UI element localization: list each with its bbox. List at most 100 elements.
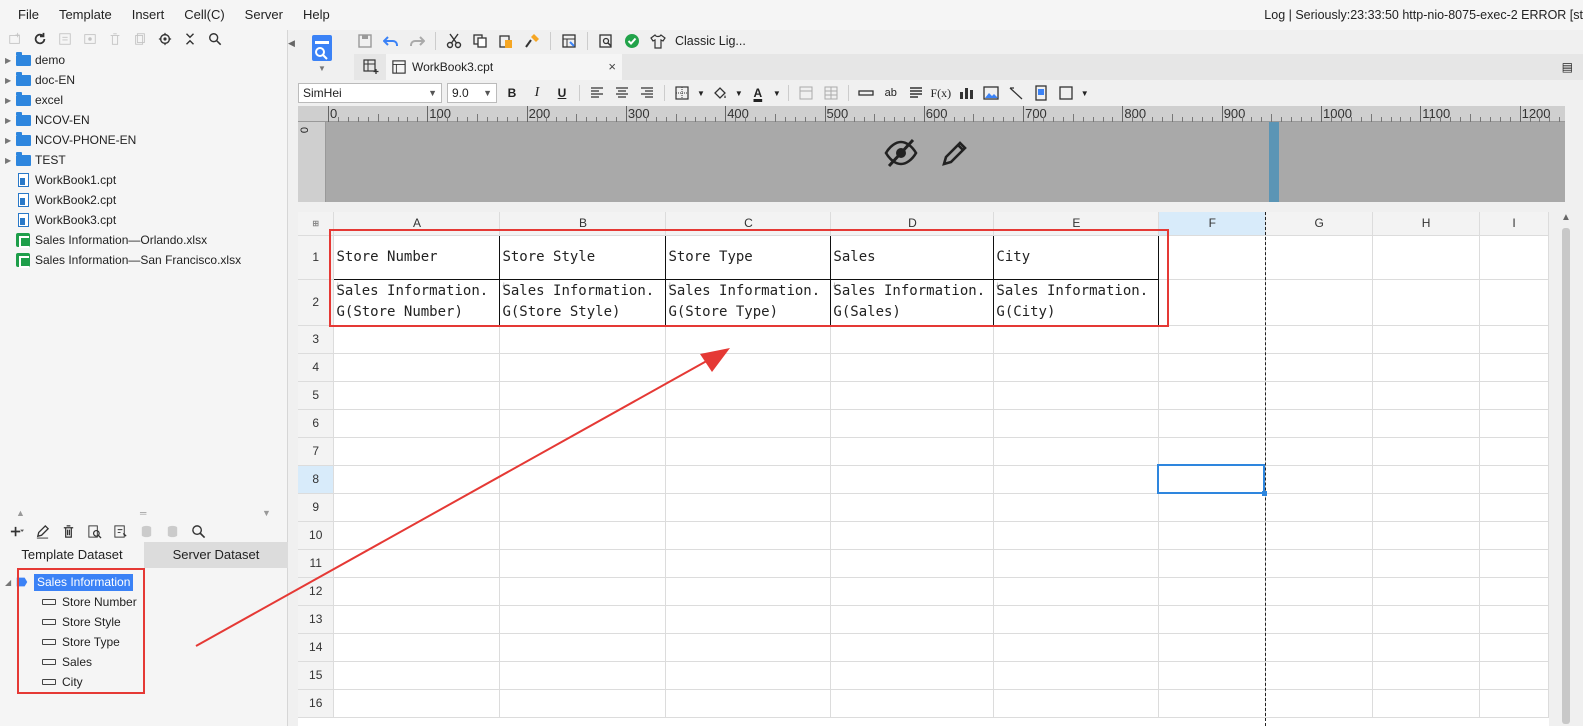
- grid-cell[interactable]: [1479, 409, 1549, 438]
- cut-icon[interactable]: [443, 31, 465, 51]
- grid-cell[interactable]: [830, 353, 995, 382]
- grid-cell[interactable]: [830, 633, 995, 662]
- scroll-thumb[interactable]: [1562, 228, 1570, 724]
- insert-list-icon[interactable]: [906, 83, 926, 103]
- grid-cell[interactable]: [333, 409, 501, 438]
- grid-cell[interactable]: [1158, 493, 1267, 522]
- grid-cell[interactable]: [499, 437, 667, 466]
- grid-cell[interactable]: [830, 521, 995, 550]
- grid-cell[interactable]: [665, 409, 832, 438]
- grid-cell[interactable]: [1479, 661, 1549, 690]
- grid-cell[interactable]: [1372, 235, 1481, 280]
- grid-cell[interactable]: [1479, 577, 1549, 606]
- insert-rich-text-icon[interactable]: ab: [881, 83, 901, 103]
- vertical-scrollbar[interactable]: ▲: [1559, 212, 1573, 726]
- grid-cell[interactable]: [1265, 325, 1374, 354]
- expand-caret-icon[interactable]: ▶: [0, 56, 14, 65]
- grid-cell[interactable]: [1158, 577, 1267, 606]
- grid-cell[interactable]: [499, 353, 667, 382]
- tab-server-dataset[interactable]: Server Dataset: [144, 542, 288, 568]
- insert-formula-icon[interactable]: F(x): [930, 83, 951, 103]
- bold-button[interactable]: B: [502, 83, 522, 103]
- grid-cell[interactable]: [1479, 353, 1549, 382]
- collapse-all-icon[interactable]: [181, 30, 199, 48]
- grid-cell[interactable]: [1158, 661, 1267, 690]
- redo-icon[interactable]: [406, 31, 428, 51]
- grid-cell[interactable]: [1479, 521, 1549, 550]
- grid-cell[interactable]: [993, 409, 1160, 438]
- grid-cell[interactable]: [1479, 381, 1549, 410]
- grid-cell[interactable]: [1265, 661, 1374, 690]
- grid-cell[interactable]: [1372, 353, 1481, 382]
- grid-cell[interactable]: [665, 549, 832, 578]
- insert-image-icon[interactable]: [981, 83, 1001, 103]
- tree-item-folder[interactable]: ▶ doc-EN: [0, 70, 288, 90]
- grid-cell[interactable]: [1158, 353, 1267, 382]
- grid-cell[interactable]: [665, 661, 832, 690]
- grid-cell[interactable]: [1372, 409, 1481, 438]
- grid-cell[interactable]: [665, 437, 832, 466]
- unmerge-cells-icon[interactable]: [821, 83, 841, 103]
- delete-dataset-icon[interactable]: [58, 522, 78, 540]
- expand-caret-icon[interactable]: ▶: [0, 76, 14, 85]
- grid-cell[interactable]: [499, 549, 667, 578]
- pencil-icon[interactable]: [940, 138, 970, 168]
- grid-cell[interactable]: [830, 549, 995, 578]
- row-header[interactable]: 8: [298, 465, 335, 494]
- grid-cell[interactable]: [993, 465, 1160, 494]
- settings-icon[interactable]: [81, 30, 99, 48]
- format-painter-icon[interactable]: [521, 31, 543, 51]
- grid-cell[interactable]: [499, 325, 667, 354]
- grid-cell[interactable]: [333, 325, 501, 354]
- grid-cell[interactable]: [665, 353, 832, 382]
- align-left-icon[interactable]: [587, 83, 607, 103]
- grid-cell[interactable]: [665, 633, 832, 662]
- grid-cell[interactable]: [499, 409, 667, 438]
- font-color-button[interactable]: A: [748, 83, 768, 103]
- chevron-down-icon[interactable]: ▼: [1081, 89, 1089, 98]
- database-icon[interactable]: [136, 522, 156, 540]
- grid-cell[interactable]: [1265, 493, 1374, 522]
- grid-cell[interactable]: [1158, 381, 1267, 410]
- tree-item-folder[interactable]: ▶ TEST: [0, 150, 288, 170]
- grid-cell[interactable]: [993, 521, 1160, 550]
- grid-cell[interactable]: [333, 661, 501, 690]
- grid-cell[interactable]: [665, 689, 832, 718]
- column-header[interactable]: H: [1372, 212, 1481, 236]
- grid-cell[interactable]: [830, 493, 995, 522]
- grid-cell[interactable]: [1372, 493, 1481, 522]
- copy-icon[interactable]: [469, 31, 491, 51]
- font-size-select[interactable]: 9.0 ▼: [447, 83, 497, 103]
- grid-cell[interactable]: [499, 661, 667, 690]
- grid-cell[interactable]: [1479, 235, 1549, 280]
- grid-cell[interactable]: [993, 605, 1160, 634]
- grid-cell[interactable]: [1265, 549, 1374, 578]
- row-header[interactable]: 7: [298, 437, 335, 466]
- row-header[interactable]: 9: [298, 493, 335, 522]
- row-header[interactable]: 5: [298, 381, 335, 410]
- grid-cell[interactable]: [499, 633, 667, 662]
- grid-cell[interactable]: [1158, 235, 1267, 280]
- selected-cell-f8[interactable]: [1157, 464, 1267, 496]
- eye-off-icon[interactable]: [884, 136, 918, 170]
- grid-cell[interactable]: [1372, 661, 1481, 690]
- grid-cell[interactable]: [1265, 521, 1374, 550]
- grid-cell[interactable]: [1158, 633, 1267, 662]
- grid-cell[interactable]: [1265, 279, 1374, 326]
- copy-file-icon[interactable]: [131, 30, 149, 48]
- row-header[interactable]: 14: [298, 633, 335, 662]
- save-icon[interactable]: [354, 31, 376, 51]
- new-folder-icon[interactable]: [6, 30, 24, 48]
- menu-insert[interactable]: Insert: [122, 0, 175, 30]
- tree-item-file[interactable]: Sales Information—San Francisco.xlsx: [0, 250, 288, 270]
- grid-cell[interactable]: [1265, 465, 1374, 494]
- scroll-up-icon[interactable]: ▲: [1561, 212, 1571, 223]
- grid-cell[interactable]: [830, 437, 995, 466]
- grid-cell[interactable]: [1265, 689, 1374, 718]
- grid-cell[interactable]: [333, 521, 501, 550]
- grid-cell[interactable]: [1479, 493, 1549, 522]
- grid-cell[interactable]: [993, 437, 1160, 466]
- column-header[interactable]: F: [1158, 212, 1267, 236]
- align-center-icon[interactable]: [612, 83, 632, 103]
- grid-cell[interactable]: [1265, 409, 1374, 438]
